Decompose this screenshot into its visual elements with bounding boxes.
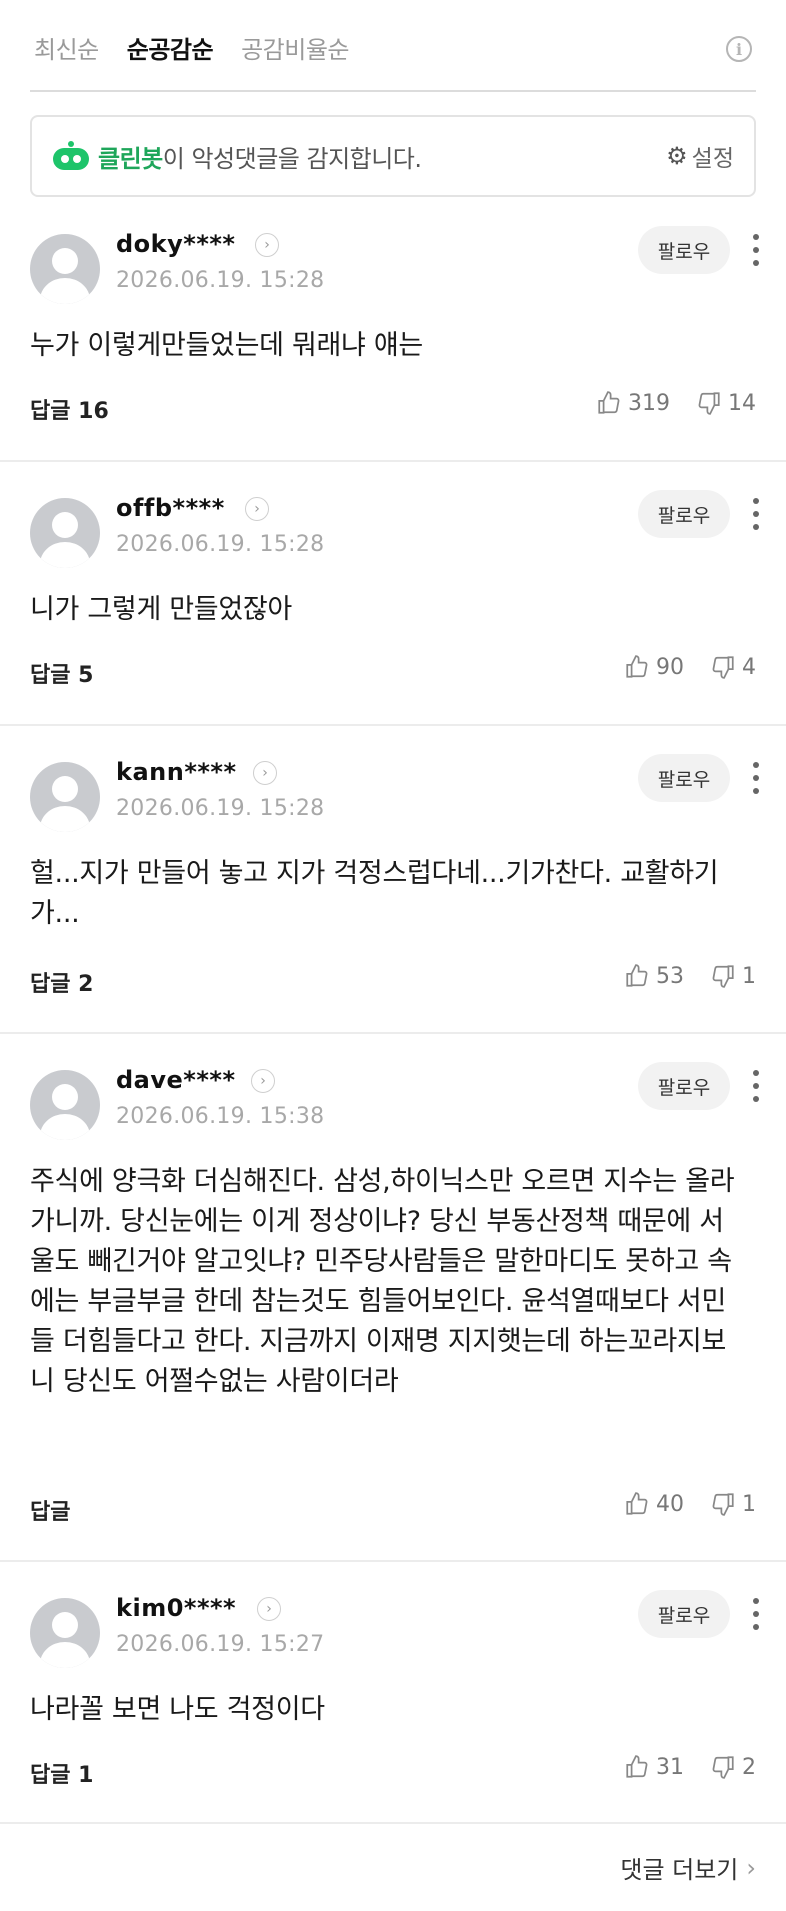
reply-button[interactable]: 답글 — [30, 1494, 70, 1526]
chevron-right-icon[interactable]: › — [257, 1597, 281, 1621]
follow-button[interactable]: 팔로우 — [638, 226, 730, 274]
follow-button[interactable]: 팔로우 — [638, 1062, 730, 1110]
avatar[interactable] — [30, 1070, 100, 1140]
comment-timestamp: 2026.06.19. 15:28 — [116, 532, 325, 557]
thumbs-up-icon — [626, 655, 648, 678]
comment-text: 니가 그렇게 만들었잖아 — [30, 594, 292, 625]
reply-button[interactable]: 답글 2 — [30, 966, 93, 998]
cleanbot-settings-button[interactable]: ⚙ 설정 — [666, 139, 734, 173]
sort-tab-like-ratio[interactable]: 공감비율순 — [241, 30, 349, 65]
chevron-right-icon[interactable]: › — [251, 1069, 275, 1093]
like-count: 90 — [656, 654, 684, 680]
cleanbot-banner: 클린봇 이 악성댓글을 감지합니다. ⚙ 설정 — [30, 115, 756, 197]
settings-label: 설정 — [691, 146, 734, 172]
comment-text: 누가 이렇게만들었는데 뭐래냐 얘는 — [30, 330, 423, 361]
more-options-icon[interactable] — [744, 228, 768, 272]
comments-page: 최신순 순공감순 공감비율순 i 클린봇 이 악성댓글을 감지합니다. ⚙ 설정… — [0, 0, 786, 1911]
like-count: 319 — [628, 390, 670, 416]
like-count: 53 — [656, 963, 684, 989]
comment-username[interactable]: doky**** — [116, 230, 235, 258]
vote-group: 31 2 — [624, 1754, 756, 1780]
more-comments-button[interactable]: 댓글 더보기 › — [620, 1850, 756, 1885]
comment-username[interactable]: offb**** — [116, 494, 225, 522]
reply-button[interactable]: 답글 5 — [30, 657, 93, 689]
vote-group: 319 14 — [596, 390, 756, 416]
comment-item: offb**** › 2026.06.19. 15:28 팔로우 니가 그렇게 … — [0, 462, 786, 726]
reply-button[interactable]: 답글 16 — [30, 393, 109, 425]
follow-button[interactable]: 팔로우 — [638, 754, 730, 802]
dislike-count: 1 — [742, 1491, 756, 1517]
chevron-right-icon[interactable]: › — [255, 233, 279, 257]
dislike-button[interactable]: 4 — [710, 654, 756, 680]
avatar[interactable] — [30, 498, 100, 568]
more-options-icon[interactable] — [744, 1064, 768, 1108]
dislike-count: 4 — [742, 654, 756, 680]
comment-text: 헐...지가 만들어 놓고 지가 걱정스럽다네...기가찬다. 교활하기가... — [30, 858, 719, 929]
dislike-button[interactable]: 1 — [710, 1491, 756, 1517]
cleanbot-icon — [52, 141, 90, 171]
thumbs-up-icon — [626, 1492, 648, 1515]
comment-timestamp: 2026.06.19. 15:38 — [116, 1104, 325, 1129]
comment-username[interactable]: kim0**** — [116, 1594, 236, 1622]
avatar[interactable] — [30, 762, 100, 832]
sort-tab-latest[interactable]: 최신순 — [34, 30, 99, 65]
thumbs-down-icon — [698, 392, 720, 415]
like-button[interactable]: 319 — [596, 390, 670, 416]
like-button[interactable]: 90 — [624, 654, 684, 680]
thumbs-down-icon — [712, 965, 734, 988]
comment-username[interactable]: kann**** — [116, 758, 237, 786]
comment-item: doky**** › 2026.06.19. 15:28 팔로우 누가 이렇게만… — [0, 198, 786, 462]
comment-timestamp: 2026.06.19. 15:28 — [116, 268, 325, 293]
chevron-right-icon[interactable]: › — [245, 497, 269, 521]
like-count: 40 — [656, 1491, 684, 1517]
cleanbot-message: 이 악성댓글을 감지합니다. — [162, 144, 422, 173]
vote-group: 53 1 — [624, 963, 756, 989]
comment-timestamp: 2026.06.19. 15:27 — [116, 1632, 325, 1657]
dislike-count: 2 — [742, 1754, 756, 1780]
avatar[interactable] — [30, 1598, 100, 1668]
dislike-button[interactable]: 2 — [710, 1754, 756, 1780]
chevron-right-icon: › — [746, 1853, 756, 1882]
reply-button[interactable]: 답글 1 — [30, 1757, 93, 1789]
comment-text: 주식에 양극화 더심해진다. 삼성,하이닉스만 오르면 지수는 올라가니까. 당… — [30, 1166, 735, 1397]
comment-text: 나라꼴 보면 나도 걱정이다 — [30, 1694, 325, 1725]
like-button[interactable]: 31 — [624, 1754, 684, 1780]
vote-group: 90 4 — [624, 654, 756, 680]
more-comments-label: 댓글 더보기 — [620, 1856, 739, 1884]
dislike-button[interactable]: 1 — [710, 963, 756, 989]
thumbs-down-icon — [712, 656, 734, 679]
cleanbot-name: 클린봇 — [98, 144, 163, 173]
thumbs-up-icon — [626, 1755, 648, 1778]
like-button[interactable]: 40 — [624, 1491, 684, 1517]
thumbs-down-icon — [712, 1493, 734, 1516]
dislike-button[interactable]: 14 — [696, 390, 756, 416]
comment-username[interactable]: dave**** — [116, 1066, 236, 1094]
comment-item: kim0**** › 2026.06.19. 15:27 팔로우 나라꼴 보면 … — [0, 1562, 786, 1824]
thumbs-down-icon — [712, 1756, 734, 1779]
sort-tabs: 최신순 순공감순 공감비율순 — [34, 30, 349, 65]
comment-item: kann**** › 2026.06.19. 15:28 팔로우 헐...지가 … — [0, 726, 786, 1034]
more-options-icon[interactable] — [744, 756, 768, 800]
dislike-count: 1 — [742, 963, 756, 989]
more-options-icon[interactable] — [744, 1592, 768, 1636]
vote-group: 40 1 — [624, 1491, 756, 1517]
thumbs-up-icon — [598, 391, 620, 414]
comment-timestamp: 2026.06.19. 15:28 — [116, 796, 325, 821]
follow-button[interactable]: 팔로우 — [638, 1590, 730, 1638]
follow-button[interactable]: 팔로우 — [638, 490, 730, 538]
info-icon[interactable]: i — [726, 36, 752, 62]
sort-bar: 최신순 순공감순 공감비율순 i — [30, 0, 756, 92]
more-options-icon[interactable] — [744, 492, 768, 536]
like-count: 31 — [656, 1754, 684, 1780]
avatar[interactable] — [30, 234, 100, 304]
sort-tab-most-liked[interactable]: 순공감순 — [127, 30, 214, 65]
thumbs-up-icon — [626, 964, 648, 987]
gear-icon: ⚙ — [666, 142, 688, 170]
dislike-count: 14 — [728, 390, 756, 416]
chevron-right-icon[interactable]: › — [253, 761, 277, 785]
comment-item: dave**** › 2026.06.19. 15:38 팔로우 주식에 양극화… — [0, 1034, 786, 1562]
like-button[interactable]: 53 — [624, 963, 684, 989]
